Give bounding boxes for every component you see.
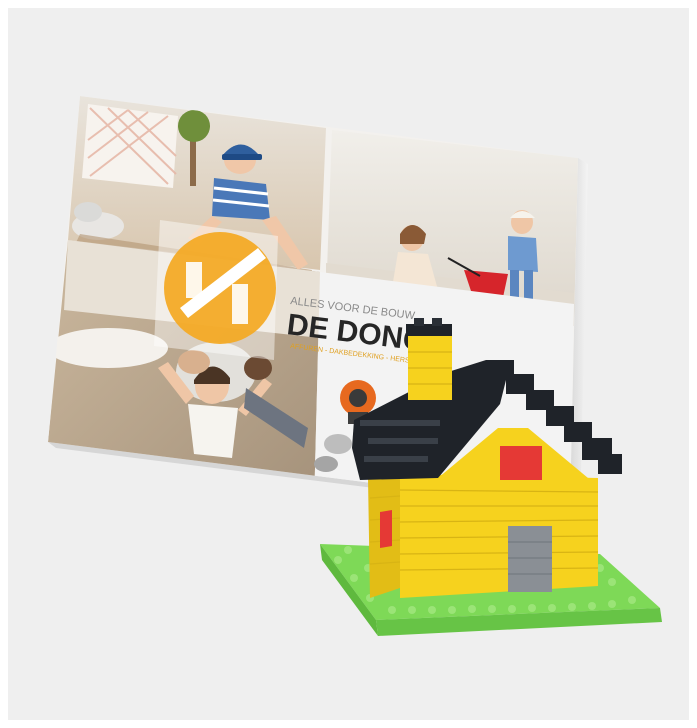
product-photo: ALLES VOOR DE BOUW DE DONCK AFFUREN - DA… bbox=[48, 96, 662, 636]
house-door bbox=[508, 526, 552, 592]
front-window bbox=[500, 446, 542, 480]
company-logo bbox=[154, 220, 278, 360]
side-window bbox=[380, 510, 392, 548]
photo-frame: ALLES VOOR DE BOUW DE DONCK AFFUREN - DA… bbox=[8, 8, 689, 720]
house-chimney bbox=[406, 318, 452, 400]
